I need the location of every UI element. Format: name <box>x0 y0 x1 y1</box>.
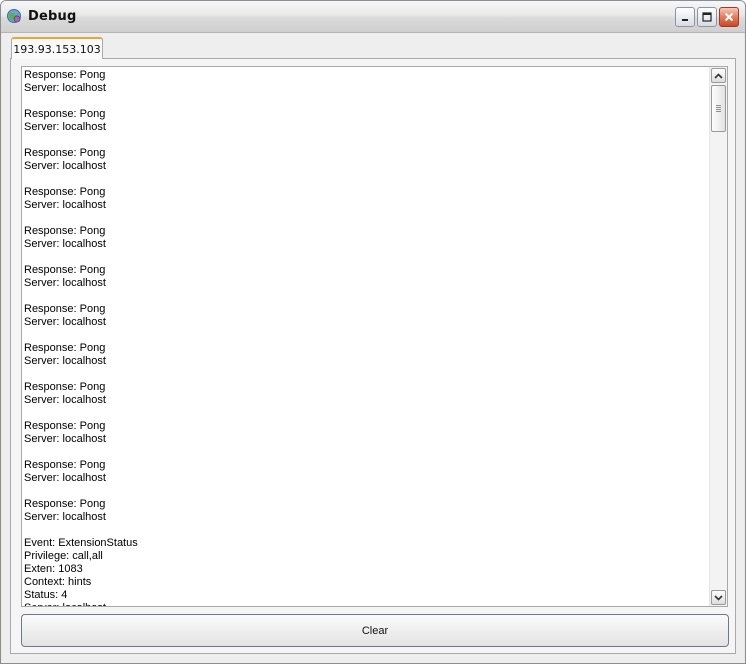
app-globe-icon <box>6 8 22 24</box>
log-line: Response: Pong <box>24 264 106 276</box>
scroll-grip-icon <box>716 105 721 113</box>
log-line: Response: Pong <box>24 147 106 159</box>
scroll-up-button[interactable] <box>711 68 726 83</box>
maximize-button[interactable] <box>697 7 717 27</box>
clear-button[interactable]: Clear <box>21 614 729 647</box>
log-line: Server: localhost <box>24 277 106 289</box>
tab-panel: Response: Pong Server: localhost Response… <box>10 58 736 654</box>
log-line: Server: localhost <box>24 602 708 606</box>
log-line: Response: Pong <box>24 420 106 432</box>
log-line: Server: localhost <box>24 355 106 367</box>
log-line: Response: Pong <box>24 186 106 198</box>
log-line: Server: localhost <box>24 199 106 211</box>
log-line: Event: ExtensionStatus <box>24 537 138 549</box>
minimize-icon <box>682 19 688 21</box>
title-bar[interactable]: Debug <box>1 1 745 33</box>
debug-log-textarea[interactable]: Response: Pong Server: localhost Response… <box>21 66 728 607</box>
vertical-scrollbar[interactable] <box>709 67 727 606</box>
log-line: Privilege: call,all <box>24 550 103 562</box>
log-line: Response: Pong <box>24 108 106 120</box>
log-line: Server: localhost <box>24 394 106 406</box>
log-line: Response: Pong <box>24 459 106 471</box>
log-line: Response: Pong <box>24 342 106 354</box>
debug-window: Debug 193.93.153.103 Response: Pong Serve… <box>0 0 746 664</box>
log-line: Server: localhost <box>24 316 106 328</box>
maximize-icon <box>702 12 712 22</box>
log-line: Response: Pong <box>24 69 106 81</box>
log-line: Server: localhost <box>24 121 106 133</box>
chevron-up-icon <box>714 72 723 79</box>
close-button[interactable] <box>719 7 739 27</box>
log-line: Server: localhost <box>24 160 106 172</box>
log-line: Server: localhost <box>24 82 106 94</box>
chevron-down-icon <box>714 594 723 601</box>
log-line: Exten: 1083 <box>24 563 83 575</box>
log-line: Server: localhost <box>24 238 106 250</box>
minimize-button[interactable] <box>675 7 695 27</box>
window-title: Debug <box>28 9 77 24</box>
log-line: Response: Pong <box>24 225 106 237</box>
debug-log-text[interactable]: Response: Pong Server: localhost Response… <box>24 69 708 606</box>
log-line: Context: hints <box>24 576 92 588</box>
scroll-down-button[interactable] <box>711 590 726 605</box>
log-line: Response: Pong <box>24 498 106 510</box>
scroll-thumb[interactable] <box>711 85 726 132</box>
client-area: 193.93.153.103 Response: Pong Server: loc… <box>2 33 744 663</box>
log-line: Status: 4 <box>24 589 68 601</box>
tab-server[interactable]: 193.93.153.103 <box>11 37 103 59</box>
log-line: Server: localhost <box>24 472 106 484</box>
log-line: Server: localhost <box>24 433 106 445</box>
log-line: Response: Pong <box>24 381 106 393</box>
log-line: Response: Pong <box>24 303 106 315</box>
log-line: Server: localhost <box>24 511 106 523</box>
close-icon <box>724 12 734 22</box>
